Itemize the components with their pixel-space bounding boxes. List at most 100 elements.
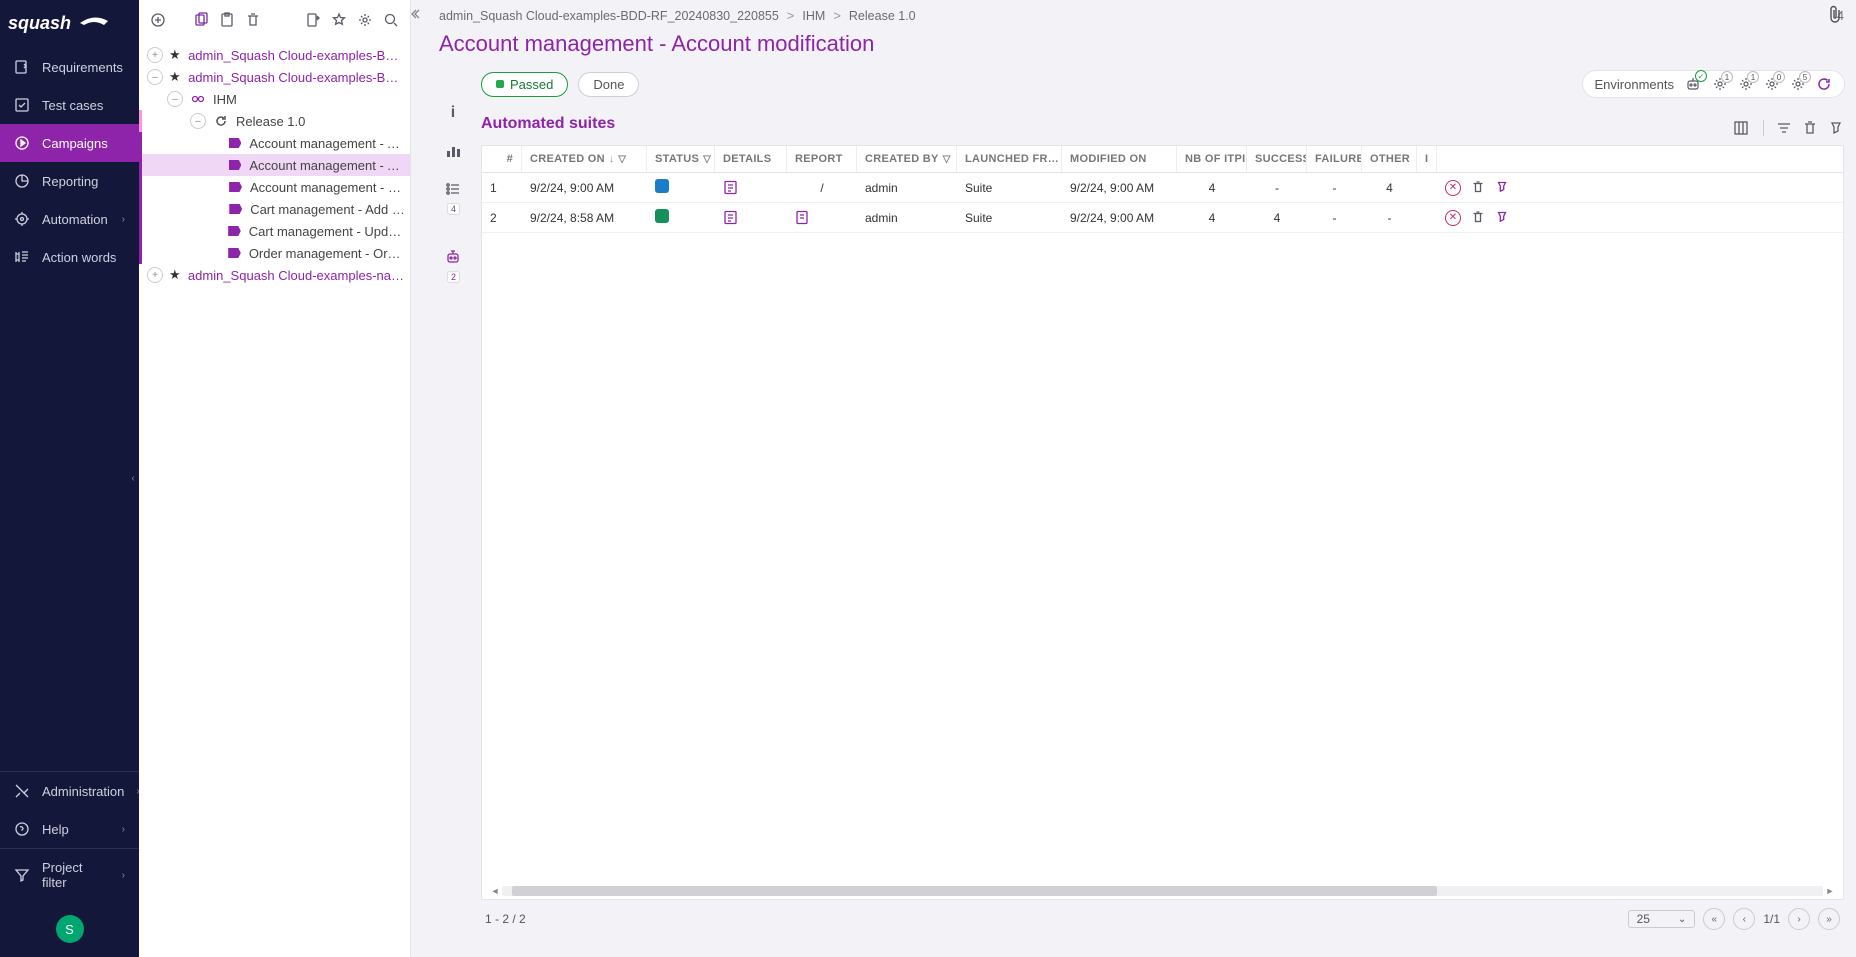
env-gear-icon[interactable]: 5 bbox=[1790, 76, 1806, 92]
status-pill-done[interactable]: Done bbox=[578, 72, 639, 97]
chevron-right-icon: › bbox=[122, 870, 125, 881]
page-size-select[interactable]: 25 ⌄ bbox=[1628, 910, 1696, 928]
col-index[interactable]: # bbox=[482, 146, 522, 172]
bot-icon[interactable]: 2 bbox=[441, 245, 465, 269]
delete-icon[interactable] bbox=[240, 6, 266, 34]
tree-row[interactable]: Cart management - Update … bbox=[139, 220, 410, 242]
col-failure[interactable]: FAILURE bbox=[1307, 146, 1362, 172]
stop-icon[interactable]: ✕ bbox=[1445, 210, 1461, 226]
bot-badge: 2 bbox=[447, 271, 460, 283]
delete-icon[interactable] bbox=[1802, 120, 1818, 136]
tree-toggle[interactable]: + bbox=[147, 47, 163, 63]
row-delete-icon[interactable] bbox=[1471, 180, 1485, 196]
export-icon[interactable] bbox=[300, 6, 326, 34]
tree-toggle[interactable]: – bbox=[190, 113, 206, 129]
prune-icon[interactable] bbox=[1828, 120, 1844, 136]
details-icon[interactable] bbox=[723, 210, 779, 225]
breadcrumb-item[interactable]: admin_Squash Cloud-examples-BDD-RF_20240… bbox=[439, 9, 779, 23]
copy-icon[interactable] bbox=[188, 6, 214, 34]
add-icon[interactable] bbox=[145, 6, 171, 34]
tree-label: admin_Squash Cloud-examples-native… bbox=[188, 268, 406, 283]
favorite-icon[interactable] bbox=[326, 6, 352, 34]
administration-icon bbox=[14, 783, 30, 799]
col-modified-on[interactable]: MODIFIED ON bbox=[1062, 146, 1177, 172]
col-nb-itpi[interactable]: NB OF ITPI bbox=[1177, 146, 1247, 172]
tree-row[interactable]: –IHM bbox=[139, 88, 410, 110]
scroll-right-icon[interactable]: ► bbox=[1823, 886, 1837, 896]
nav-label: Help bbox=[42, 822, 69, 837]
tree-row[interactable]: Account management - Acc… bbox=[139, 154, 410, 176]
main-sidebar: squash Requirements Test cases bbox=[0, 0, 139, 957]
breadcrumb-item[interactable]: Release 1.0 bbox=[849, 9, 916, 23]
nav-test-cases[interactable]: Test cases bbox=[0, 86, 139, 124]
row-delete-icon[interactable] bbox=[1471, 210, 1485, 226]
row-prune-icon[interactable] bbox=[1495, 210, 1509, 226]
env-gear-icon[interactable]: 1 bbox=[1712, 76, 1728, 92]
content-collapse-toggle[interactable] bbox=[411, 0, 439, 957]
col-details[interactable]: DETAILS bbox=[715, 146, 787, 172]
chart-icon[interactable] bbox=[441, 139, 465, 163]
page-prev[interactable]: ‹ bbox=[1733, 908, 1755, 930]
nav-requirements[interactable]: Requirements bbox=[0, 48, 139, 86]
search-icon[interactable] bbox=[378, 6, 404, 34]
tree-row[interactable]: Order management - Order … bbox=[139, 242, 410, 264]
report-icon[interactable] bbox=[795, 210, 849, 225]
attachment-icon[interactable] bbox=[1826, 4, 1844, 24]
tree-toggle[interactable]: – bbox=[147, 69, 163, 85]
env-gear-icon[interactable]: 0 bbox=[1764, 76, 1780, 92]
user-avatar[interactable]: S bbox=[56, 915, 84, 943]
col-status[interactable]: STATUS▽ bbox=[647, 146, 715, 172]
breadcrumb-item[interactable]: IHM bbox=[802, 9, 825, 23]
tree-row[interactable]: +★admin_Squash Cloud-examples-native… bbox=[139, 264, 410, 286]
columns-icon[interactable] bbox=[1733, 120, 1749, 136]
page-last[interactable]: » bbox=[1818, 908, 1840, 930]
environments-bar: Environments ✓ 1 1 bbox=[1583, 71, 1844, 97]
nav-action-words[interactable]: Action words bbox=[0, 238, 139, 276]
scrollbar-thumb[interactable] bbox=[512, 886, 1437, 896]
tree-row[interactable]: Account management - Login bbox=[139, 176, 410, 198]
col-extra[interactable]: I bbox=[1417, 146, 1437, 172]
tree-toggle[interactable]: – bbox=[167, 91, 183, 107]
env-gear-icon[interactable]: 1 bbox=[1738, 76, 1754, 92]
col-created-on[interactable]: CREATED ON↓▽ bbox=[522, 146, 647, 172]
cell-extra bbox=[1417, 182, 1437, 194]
col-report[interactable]: REPORT bbox=[787, 146, 857, 172]
paste-icon[interactable] bbox=[214, 6, 240, 34]
tree-row[interactable]: +★admin_Squash Cloud-examples-BDD-… bbox=[139, 44, 410, 66]
horizontal-scrollbar[interactable]: ◄ ► bbox=[482, 883, 1843, 899]
col-launched-from[interactable]: LAUNCHED FR…▽ bbox=[957, 146, 1062, 172]
nav-help[interactable]: Help › bbox=[0, 810, 139, 848]
col-other[interactable]: OTHER bbox=[1362, 146, 1417, 172]
filter-settings-icon[interactable] bbox=[1763, 120, 1792, 136]
tree-toggle[interactable]: + bbox=[147, 267, 163, 283]
cell-index: 1 bbox=[482, 175, 522, 201]
row-prune-icon[interactable] bbox=[1495, 180, 1509, 196]
tree-row[interactable]: –Release 1.0 bbox=[139, 110, 410, 132]
sidebar-collapse-toggle[interactable]: ‹ bbox=[127, 459, 139, 499]
refresh-icon[interactable] bbox=[1816, 76, 1832, 92]
tree-row[interactable]: Account management - Acc… bbox=[139, 132, 410, 154]
nav-project-filter[interactable]: Project filter › bbox=[0, 848, 139, 901]
nav-automation[interactable]: Automation › bbox=[0, 200, 139, 238]
info-icon[interactable]: i bbox=[441, 101, 465, 125]
list-icon[interactable]: 4 bbox=[441, 177, 465, 201]
table-section-head: Automated suites bbox=[481, 115, 1844, 141]
nav-administration[interactable]: Administration › bbox=[0, 772, 139, 810]
scroll-left-icon[interactable]: ◄ bbox=[488, 886, 502, 896]
stop-icon[interactable]: ✕ bbox=[1445, 180, 1461, 196]
settings-icon[interactable] bbox=[352, 6, 378, 34]
col-success[interactable]: SUCCESS bbox=[1247, 146, 1307, 172]
env-bot-icon[interactable]: ✓ bbox=[1684, 75, 1702, 93]
table-row[interactable]: 19/2/24, 9:00 AM/adminSuite9/2/24, 9:00 … bbox=[482, 173, 1843, 203]
nav-campaigns[interactable]: Campaigns bbox=[0, 124, 139, 162]
nav-label: Project filter bbox=[42, 860, 110, 890]
page-first[interactable]: « bbox=[1703, 908, 1725, 930]
tree-row[interactable]: –★admin_Squash Cloud-examples-BDD-… bbox=[139, 66, 410, 88]
nav-reporting[interactable]: Reporting bbox=[0, 162, 139, 200]
col-created-by[interactable]: CREATED BY▽ bbox=[857, 146, 957, 172]
status-pill-passed[interactable]: Passed bbox=[481, 72, 568, 97]
table-row[interactable]: 29/2/24, 8:58 AMadminSuite9/2/24, 9:00 A… bbox=[482, 203, 1843, 233]
page-next[interactable]: › bbox=[1788, 908, 1810, 930]
details-icon[interactable] bbox=[723, 180, 779, 195]
tree-row[interactable]: Cart management - Add to … bbox=[139, 198, 410, 220]
